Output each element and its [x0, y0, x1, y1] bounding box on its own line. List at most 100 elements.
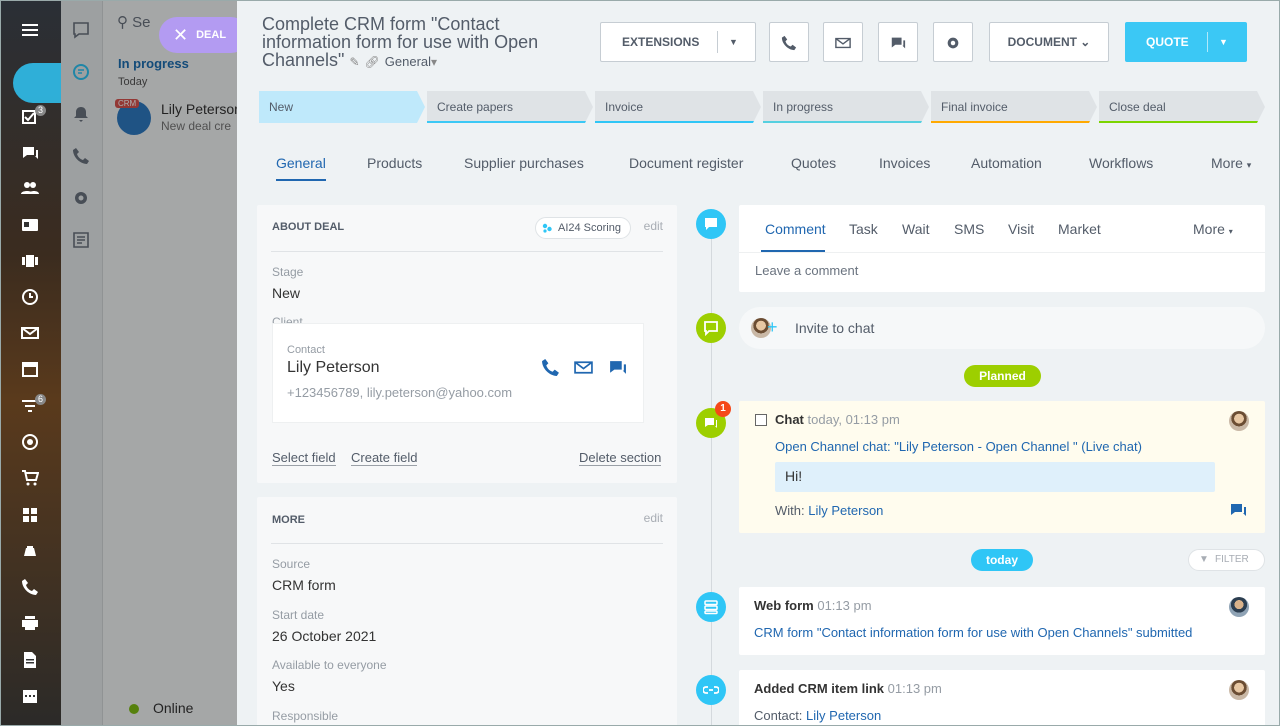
stage-bar: New Create papers Invoice In progress Fi… [259, 91, 1263, 123]
stage-value[interactable]: New [272, 285, 300, 301]
planned-label: Planned [964, 365, 1041, 387]
extensions-caret-icon[interactable]: ▼ [729, 23, 738, 61]
mail-icon[interactable] [19, 324, 41, 346]
author-avatar[interactable] [1229, 597, 1249, 617]
hamburger-menu-icon[interactable] [19, 21, 41, 43]
contact-name[interactable]: Lily Peterson [287, 359, 380, 377]
tab-visit[interactable]: Visit [1008, 221, 1034, 237]
select-field-link[interactable]: Select field [272, 450, 336, 466]
calendar-icon[interactable] [19, 360, 41, 382]
tab-wait[interactable]: Wait [902, 221, 929, 237]
contact-label: Contact [287, 344, 325, 356]
contact-card-icon[interactable] [19, 216, 41, 238]
more-edit-link[interactable]: edit [644, 511, 663, 525]
target-icon[interactable] [19, 433, 41, 455]
quote-button[interactable]: QUOTE ▼ [1125, 22, 1247, 62]
close-icon: ✕ [173, 25, 189, 46]
document-icon[interactable] [19, 651, 41, 673]
phone-icon[interactable] [19, 578, 41, 600]
timeline-filter-button[interactable]: ▼ FILTER [1188, 549, 1265, 571]
extensions-separator [717, 31, 718, 53]
more-caret-icon: ▾ [1228, 227, 1233, 236]
chat-with-name[interactable]: Lily Peterson [808, 503, 883, 518]
tab-more[interactable]: More ▾ [1193, 221, 1233, 237]
responsible-avatar[interactable] [1229, 411, 1249, 431]
feed-icon[interactable] [19, 252, 41, 274]
contact-call-icon[interactable] [541, 358, 561, 378]
tab-invoices[interactable]: Invoices [879, 155, 930, 171]
tab-market[interactable]: Market [1058, 221, 1101, 237]
start-date-label: Start date [272, 608, 325, 622]
webform-icon [696, 592, 726, 622]
start-date-value[interactable]: 26 October 2021 [272, 628, 376, 644]
tab-general[interactable]: General [276, 155, 326, 181]
chat-icon[interactable] [19, 144, 41, 166]
available-value[interactable]: Yes [272, 678, 295, 694]
extensions-button[interactable]: EXTENSIONS ▼ [600, 22, 756, 62]
tab-products[interactable]: Products [367, 155, 422, 171]
contact-email-icon[interactable] [574, 358, 594, 378]
stage-new[interactable]: New [259, 91, 425, 123]
stage-invoice[interactable]: Invoice [595, 91, 761, 123]
tab-more[interactable]: More ▾ [1211, 155, 1251, 171]
invite-to-chat-bar[interactable]: + Invite to chat [739, 307, 1265, 349]
about-deal-title: ABOUT DEAL [272, 221, 345, 233]
stage-in-progress[interactable]: In progress [763, 91, 929, 123]
edit-title-pencil-icon[interactable]: ✎ [349, 55, 359, 69]
chat-complete-checkbox[interactable] [755, 414, 767, 426]
category-selector[interactable]: General [385, 54, 431, 69]
tab-quotes[interactable]: Quotes [791, 155, 836, 171]
clock-icon[interactable] [19, 288, 41, 310]
tab-sms[interactable]: SMS [954, 221, 984, 237]
tab-task[interactable]: Task [849, 221, 878, 237]
stage-color-bar [595, 121, 761, 123]
create-field-link[interactable]: Create field [351, 450, 418, 466]
tab-comment[interactable]: Comment [765, 221, 826, 237]
cart-icon[interactable] [19, 469, 41, 491]
link-icon[interactable]: 🔗︎ [365, 55, 380, 69]
call-button[interactable] [769, 22, 809, 62]
close-deal-slider-button[interactable]: ✕ DEAL [159, 17, 249, 53]
chat-timeline-icon [696, 313, 726, 343]
contacts-icon[interactable] [19, 179, 41, 201]
about-edit-link[interactable]: edit [644, 219, 663, 233]
comment-input[interactable]: Leave a comment [755, 263, 858, 278]
open-channel-chat-link[interactable]: Open Channel chat: "Lily Peterson - Open… [775, 439, 1142, 454]
phone-icon [781, 35, 797, 50]
document-button[interactable]: DOCUMENT ⌄ [989, 22, 1109, 62]
gear-icon [945, 35, 961, 49]
tab-workflows[interactable]: Workflows [1089, 155, 1153, 171]
stage-close-deal[interactable]: Close deal [1099, 91, 1265, 123]
envelope-icon [835, 35, 851, 49]
webform-link[interactable]: CRM form "Contact information form for u… [754, 625, 1192, 640]
open-chat-icon[interactable] [1229, 501, 1249, 521]
invite-text: Invite to chat [795, 320, 875, 336]
source-value[interactable]: CRM form [272, 577, 336, 593]
deal-tabs: General Products Supplier purchases Docu… [259, 147, 1269, 181]
printer-icon[interactable] [19, 614, 41, 636]
author-avatar[interactable] [1229, 680, 1249, 700]
crm-link-contact-name[interactable]: Lily Peterson [806, 708, 881, 723]
email-button[interactable] [823, 22, 863, 62]
delete-section-link[interactable]: Delete section [579, 450, 662, 466]
category-caret-icon[interactable]: ▾ [431, 55, 437, 69]
settings-button[interactable] [933, 22, 973, 62]
contact-chat-icon[interactable] [608, 358, 628, 378]
tab-supplier-purchases[interactable]: Supplier purchases [464, 155, 584, 171]
scoring-icon [542, 223, 552, 233]
stage-color-bar [931, 121, 1097, 123]
chat-button[interactable] [878, 22, 918, 62]
calendar-grid-icon[interactable] [19, 687, 41, 709]
tab-automation[interactable]: Automation [971, 155, 1042, 171]
tab-document-register[interactable]: Document register [629, 155, 743, 171]
apps-grid-icon[interactable] [19, 506, 41, 528]
divider [271, 251, 663, 252]
ai-scoring-button[interactable]: AI24 Scoring [535, 217, 631, 239]
chat-with: With: Lily Peterson [775, 503, 884, 518]
webform-heading: Web form 01:13 pm [754, 598, 872, 613]
stage-final-invoice[interactable]: Final invoice [931, 91, 1097, 123]
stage-create-papers[interactable]: Create papers [427, 91, 593, 123]
stack-icon[interactable] [19, 542, 41, 564]
crm-link-contact: Contact: Lily Peterson [754, 708, 882, 723]
quote-caret-icon[interactable]: ▼ [1219, 22, 1228, 62]
